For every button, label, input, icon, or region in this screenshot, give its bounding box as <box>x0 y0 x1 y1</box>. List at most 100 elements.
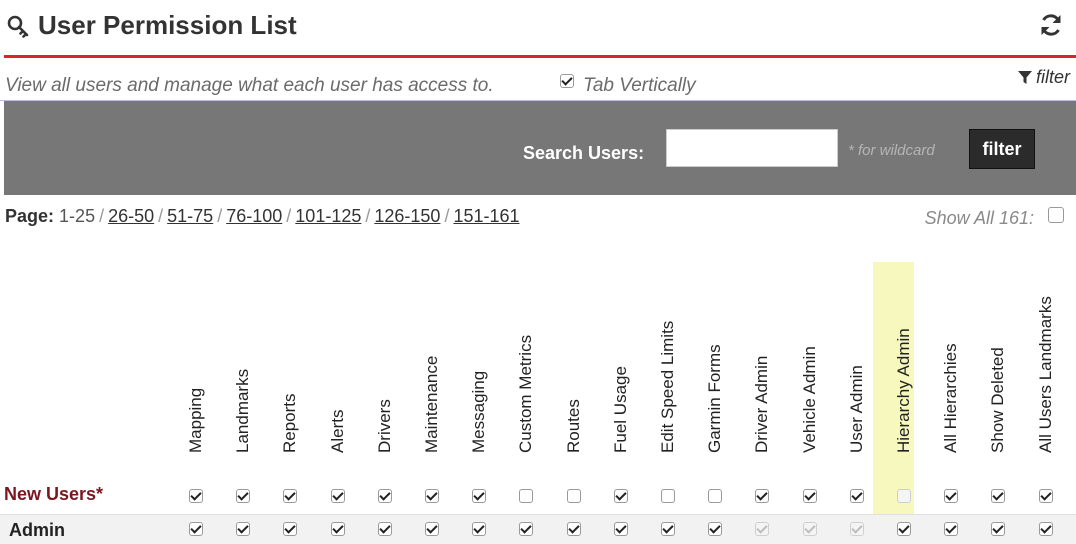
column-header: User Admin <box>837 263 877 473</box>
funnel-icon <box>1017 71 1032 84</box>
filter-toggle-link[interactable]: filter <box>1017 67 1070 88</box>
permission-checkbox[interactable] <box>661 522 675 536</box>
tab-vertically-checkbox[interactable] <box>560 74 574 88</box>
column-header-label: Edit Speed Limits <box>658 320 677 453</box>
column-header: Messaging <box>459 263 499 473</box>
permission-checkbox[interactable] <box>330 522 345 536</box>
column-header-label: All Hierarchies <box>941 343 961 453</box>
search-users-input[interactable] <box>666 129 838 167</box>
column-header: Reports <box>270 263 310 473</box>
permission-checkbox[interactable] <box>236 522 251 536</box>
permission-checkbox[interactable] <box>991 522 1006 536</box>
column-header-label: Routes <box>563 399 583 453</box>
permission-checkbox <box>897 489 911 503</box>
column-header-label: Alerts <box>327 409 347 453</box>
column-header: Landmarks <box>223 263 263 473</box>
permission-checkbox[interactable] <box>613 489 628 503</box>
column-header: Edit Speed Limits <box>648 263 688 473</box>
column-header-label: Landmarks <box>233 368 253 453</box>
show-all-checkbox[interactable] <box>1048 207 1064 223</box>
permission-checkbox[interactable] <box>566 522 581 536</box>
filter-button[interactable]: filter <box>969 129 1035 169</box>
permission-checkbox[interactable] <box>849 489 864 503</box>
permission-checkbox <box>755 522 770 536</box>
row-label-admin: Admin <box>9 520 65 540</box>
pagination: Page: 1-25/26-50/51-75/76-100/101-125/12… <box>5 206 520 226</box>
permission-checkbox[interactable] <box>425 489 439 503</box>
permission-checkbox[interactable] <box>472 489 487 503</box>
header-divider <box>4 55 1076 58</box>
column-header: Vehicle Admin <box>790 263 830 473</box>
permission-checkbox[interactable] <box>377 489 392 503</box>
permission-checkbox[interactable] <box>283 522 298 536</box>
permission-checkbox[interactable] <box>708 522 723 536</box>
column-header: Routes <box>554 263 594 473</box>
refresh-icon[interactable] <box>1038 12 1064 38</box>
permission-checkbox[interactable] <box>189 489 203 503</box>
permission-checkbox[interactable] <box>236 489 251 503</box>
column-header-label: Drivers <box>374 399 394 453</box>
search-panel: Search Users: * for wildcard filter <box>4 101 1076 195</box>
column-header: Maintenance <box>412 263 452 473</box>
column-header: Custom Metrics <box>506 263 546 473</box>
search-users-label: Search Users: <box>523 143 645 163</box>
permission-checkbox[interactable] <box>189 522 203 536</box>
column-header-label: Driver Admin <box>752 355 772 453</box>
permission-checkbox[interactable] <box>472 522 487 536</box>
permission-checkbox[interactable] <box>566 489 581 503</box>
column-header: Show Deleted <box>978 263 1018 473</box>
page-link[interactable]: 26-50 <box>108 206 154 226</box>
permission-checkbox[interactable] <box>755 489 770 503</box>
permission-checkbox[interactable] <box>897 522 911 536</box>
admin-row-background <box>0 514 1076 544</box>
column-header-label: Messaging <box>469 370 489 453</box>
permission-checkbox[interactable] <box>519 489 534 503</box>
column-header-label: Show Deleted <box>988 347 1008 453</box>
column-header: All Users Landmarks <box>1026 263 1066 473</box>
column-header: Garmin Forms <box>695 263 735 473</box>
key-icon <box>7 15 29 38</box>
permission-checkbox[interactable] <box>802 489 817 503</box>
page-label: Page: <box>5 206 55 226</box>
page-link[interactable]: 151-161 <box>453 206 519 226</box>
permission-checkbox[interactable] <box>944 522 959 536</box>
permission-checkbox[interactable] <box>991 489 1006 503</box>
column-header: Fuel Usage <box>601 263 641 473</box>
column-header-label: Hierarchy Admin <box>894 328 913 453</box>
page-link[interactable]: 76-100 <box>226 206 282 226</box>
permission-checkbox[interactable] <box>944 489 959 503</box>
description-bar: View all users and manage what each user… <box>0 59 1076 101</box>
column-header-label: All Users Landmarks <box>1035 296 1055 453</box>
permission-checkbox[interactable] <box>377 522 392 536</box>
column-header-label: Mapping <box>186 387 205 453</box>
column-header: Drivers <box>365 263 405 473</box>
permission-checkbox[interactable] <box>1038 489 1053 503</box>
column-header-label: Garmin Forms <box>705 344 725 453</box>
column-header: Driver Admin <box>742 263 782 473</box>
permission-checkbox[interactable] <box>330 489 345 503</box>
column-header-label: User Admin <box>846 365 866 453</box>
tab-vertically-label: Tab Vertically <box>583 75 696 96</box>
current-page: 1-25 <box>59 206 96 226</box>
permission-checkbox[interactable] <box>661 489 675 503</box>
permission-checkbox[interactable] <box>1038 522 1053 536</box>
column-header-label: Maintenance <box>422 355 441 453</box>
permission-checkbox[interactable] <box>613 522 628 536</box>
column-header: Mapping <box>176 263 216 473</box>
column-header-label: Vehicle Admin <box>799 346 819 453</box>
page-link[interactable]: 101-125 <box>295 206 361 226</box>
column-header: All Hierarchies <box>931 263 971 473</box>
description-text: View all users and manage what each user… <box>5 75 494 96</box>
column-header-label: Reports <box>280 393 300 453</box>
page-link[interactable]: 126-150 <box>374 206 440 226</box>
column-header: Alerts <box>318 263 358 473</box>
permission-checkbox <box>802 522 817 536</box>
permission-checkbox[interactable] <box>519 522 534 536</box>
permission-checkbox[interactable] <box>708 489 723 503</box>
permission-checkbox[interactable] <box>425 522 439 536</box>
column-header-label: Fuel Usage <box>610 366 630 453</box>
permission-checkbox[interactable] <box>283 489 298 503</box>
page-link[interactable]: 51-75 <box>167 206 213 226</box>
filter-link-label: filter <box>1035 67 1070 87</box>
column-header-label: Custom Metrics <box>516 334 536 453</box>
